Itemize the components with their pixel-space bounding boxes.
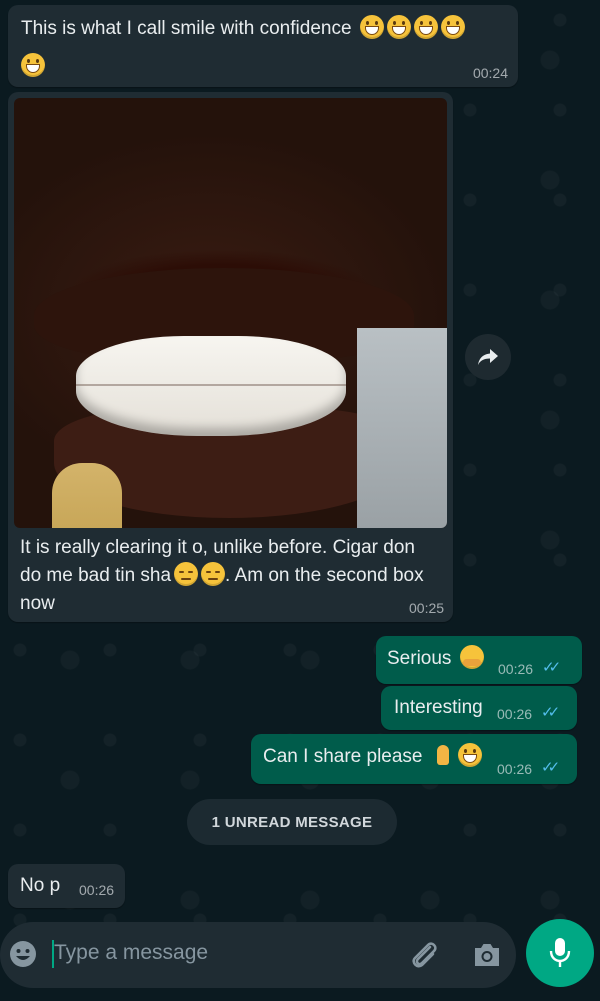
message-bubble-no-p[interactable]: No p 00:26 (8, 864, 125, 908)
caption-line-3: now (20, 593, 55, 614)
camera-button[interactable] (471, 940, 503, 970)
caption-line-2a: do me bad tin sha (20, 565, 172, 586)
forward-button[interactable] (465, 334, 511, 380)
grinning-face-icon (457, 743, 482, 767)
message-bubble-interesting[interactable]: Interesting 00:26 ✓✓ (381, 686, 577, 730)
message-text: Interesting (394, 697, 483, 718)
message-input[interactable]: Type a message (54, 941, 208, 965)
photo-shade-guide (52, 463, 122, 528)
folded-hands-icon (431, 743, 455, 767)
attach-icon (412, 942, 437, 968)
voice-message-button[interactable] (526, 919, 594, 987)
message-text: No p (20, 875, 61, 896)
grinning-face-icon (386, 15, 411, 39)
camera-icon (475, 944, 499, 966)
photo-teeth (76, 336, 346, 436)
message-bubble-serious[interactable]: Serious 00:26 ✓✓ (376, 636, 582, 684)
emoji-icon (10, 941, 36, 967)
message-time: 00:26 (497, 706, 533, 722)
grinning-face-icon (413, 15, 438, 39)
message-bubble-1[interactable]: This is what I call smile with confidenc… (8, 5, 518, 87)
image-caption: It is really clearing it o, unlike befor… (20, 534, 440, 618)
photo-background (357, 328, 447, 528)
unread-divider: 1 UNREAD MESSAGE (187, 799, 397, 845)
message-time: 00:26 (498, 661, 534, 677)
emoji-button[interactable] (8, 939, 38, 969)
pensive-face-icon (174, 562, 199, 586)
message-time: 00:26 (79, 882, 115, 898)
grinning-face-icon (440, 15, 465, 39)
message-text: Serious (387, 648, 452, 669)
forward-icon (478, 349, 498, 365)
message-time: 00:25 (409, 600, 445, 616)
grinning-face-icon (21, 53, 45, 77)
grinning-face-icon (359, 15, 384, 39)
message-photo[interactable] (14, 98, 447, 528)
message-text: Can I share please (263, 746, 423, 767)
read-ticks-icon: ✓✓ (541, 759, 560, 776)
caption-line-1: It is really clearing it o, unlike befor… (20, 537, 415, 558)
message-text: This is what I call smile with confidenc… (21, 18, 352, 39)
attach-button[interactable] (408, 938, 440, 972)
message-bubble-share[interactable]: Can I share please 00:26 ✓✓ (251, 734, 577, 784)
message-time: 00:26 (497, 761, 533, 777)
mic-icon (549, 938, 571, 967)
message-time: 00:24 (472, 65, 508, 81)
hugging-face-icon (459, 645, 484, 669)
read-ticks-icon: ✓✓ (541, 704, 560, 721)
pensive-face-icon (201, 562, 226, 586)
read-ticks-icon: ✓✓ (542, 659, 561, 676)
caption-line-2b: . Am on the second box (225, 565, 424, 586)
